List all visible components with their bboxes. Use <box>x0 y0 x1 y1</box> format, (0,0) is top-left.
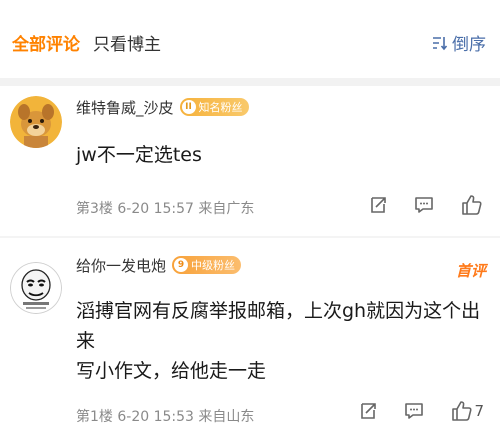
fan-badge-label: 知名粉丝 <box>198 101 243 114</box>
fan-badge[interactable]: II 知名粉丝 <box>179 98 249 116</box>
tab-owner-only[interactable]: 只看博主 <box>93 30 161 55</box>
thumbs-up-icon <box>452 401 473 421</box>
forward-button[interactable] <box>358 401 378 421</box>
comment-separator <box>0 236 500 238</box>
comment-item: 给你一发电炮 9 中级粉丝 首评 滔搏官网有反腐举报邮箱，上次gh就因为这个出来… <box>0 244 500 440</box>
sort-icon <box>433 36 448 50</box>
fan-level-icon: II <box>181 100 196 114</box>
dog-avatar-icon <box>10 96 62 148</box>
comment-text-line: 滔搏官网有反腐举报邮箱，上次gh就因为这个出来 <box>76 300 481 352</box>
forward-button[interactable] <box>368 195 388 215</box>
fan-badge[interactable]: 9 中级粉丝 <box>172 256 242 274</box>
like-button[interactable] <box>460 194 484 216</box>
comment-item: 维特鲁威_沙皮 II 知名粉丝 jw不一定选tes 第3楼 6-20 15:57… <box>0 86 500 234</box>
forward-icon <box>361 403 377 419</box>
thumbs-up-icon <box>462 195 482 215</box>
comment-meta: 第3楼 6-20 15:57 来自广东 <box>76 201 255 217</box>
comment-tabs: 全部评论 只看博主 倒序 <box>0 0 500 78</box>
fan-level-icon: 9 <box>174 258 189 272</box>
comment-text-line: 写小作文，给他走一走 <box>76 360 267 382</box>
reply-button[interactable] <box>404 401 424 421</box>
comment-meta: 第1楼 6-20 15:53 来自山东 <box>76 409 255 425</box>
avatar[interactable] <box>10 96 62 148</box>
comment-text: 滔搏官网有反腐举报邮箱，上次gh就因为这个出来 写小作文，给他走一走 <box>76 296 486 386</box>
comment-icon <box>415 197 433 213</box>
username[interactable]: 给你一发电炮 <box>76 255 166 276</box>
username[interactable]: 维特鲁威_沙皮 <box>76 97 174 118</box>
comment-actions <box>342 194 484 216</box>
first-comment-tag: 首评 <box>455 262 486 280</box>
sort-toggle[interactable]: 倒序 <box>431 30 486 55</box>
comment-text: jw不一定选tes <box>76 144 202 166</box>
section-divider <box>0 78 500 86</box>
comment-icon <box>405 403 424 419</box>
comment-actions: 7 <box>332 400 484 422</box>
tab-all-comments[interactable]: 全部评论 <box>12 30 80 55</box>
avatar[interactable] <box>10 262 62 314</box>
like-button[interactable]: 7 <box>450 400 484 422</box>
like-count: 7 <box>474 402 484 420</box>
forward-icon <box>371 197 386 213</box>
meme-face-avatar-icon <box>10 262 62 314</box>
comment-header: 维特鲁威_沙皮 II 知名粉丝 <box>76 96 249 118</box>
sort-label: 倒序 <box>452 35 486 55</box>
comment-header: 给你一发电炮 9 中级粉丝 <box>76 254 242 276</box>
reply-button[interactable] <box>414 195 434 215</box>
fan-badge-label: 中级粉丝 <box>191 259 236 272</box>
